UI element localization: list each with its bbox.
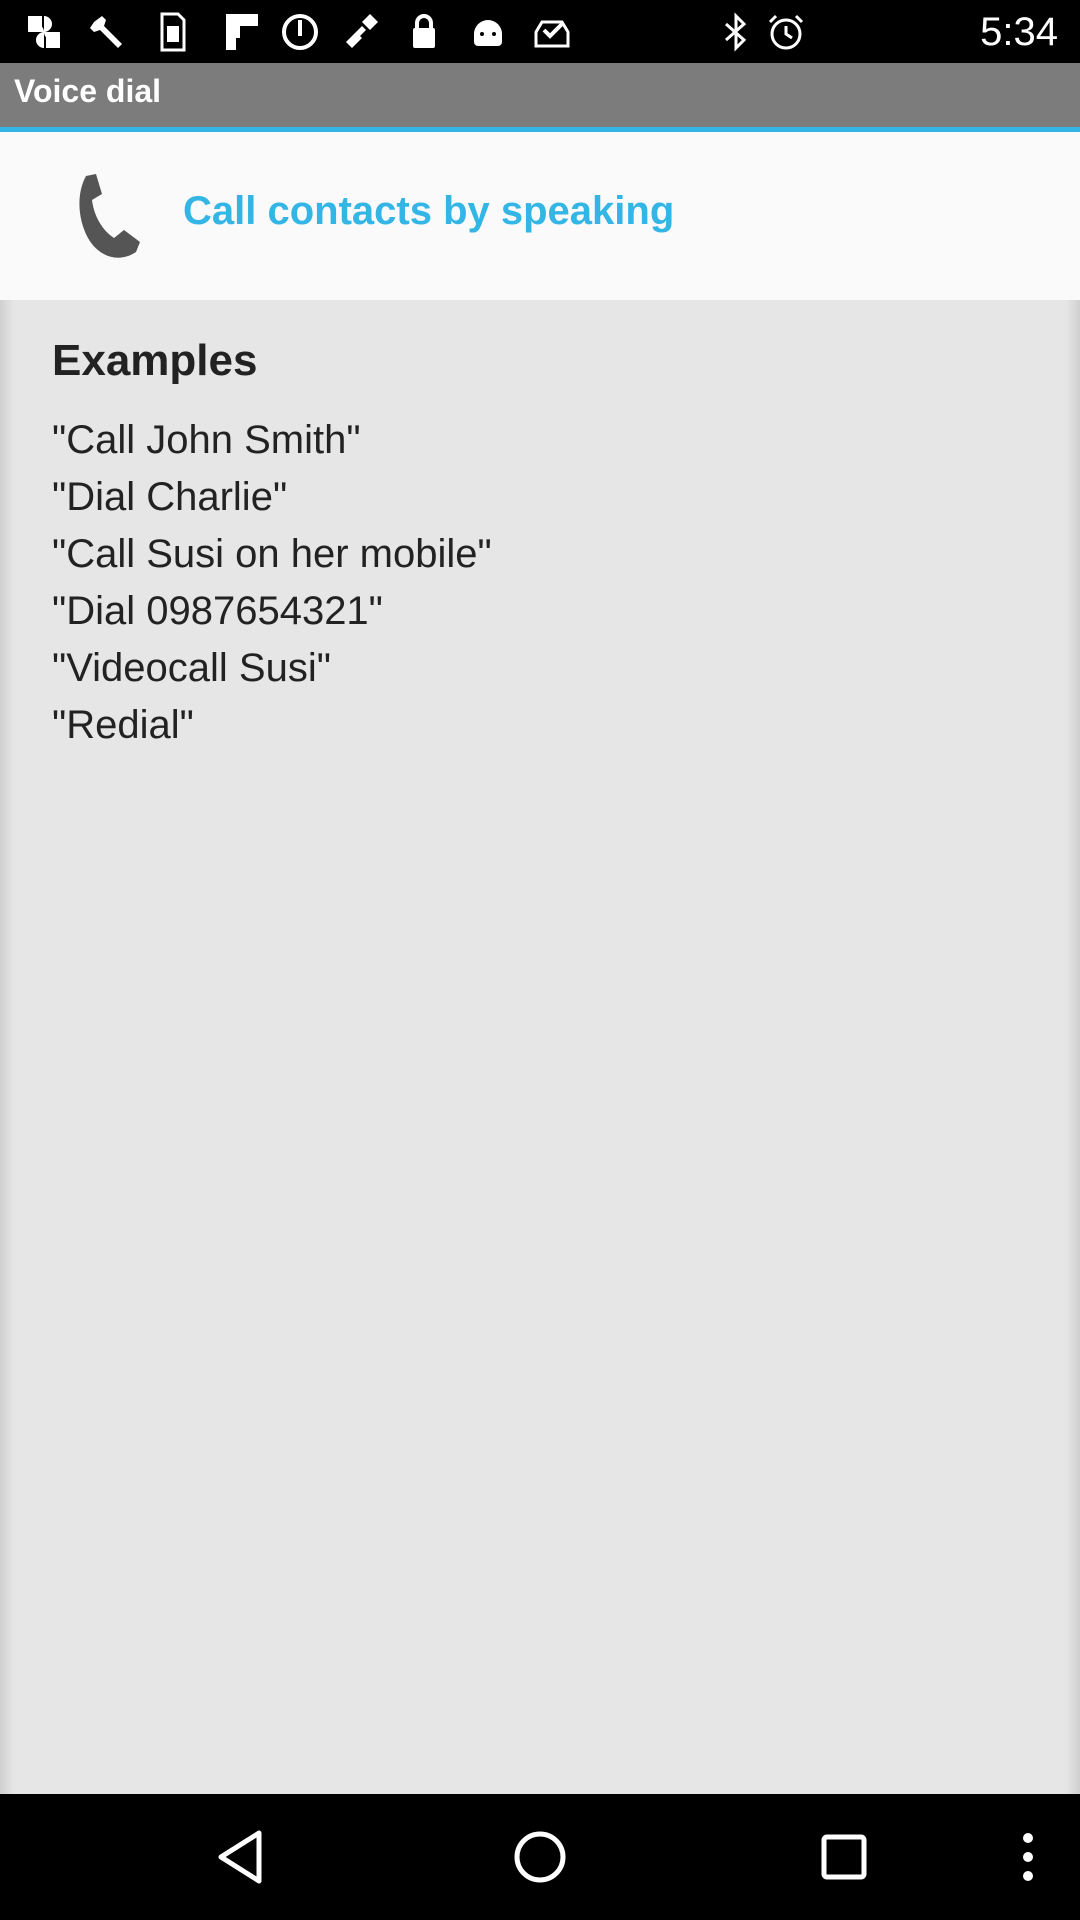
- recents-icon: [821, 1834, 867, 1880]
- home-button[interactable]: [500, 1817, 580, 1897]
- panel-edge-left: [0, 300, 14, 1794]
- example-item: "Dial Charlie": [52, 475, 288, 519]
- no-entry-icon: [282, 14, 318, 50]
- examples-list: "Call John Smith" "Dial Charlie" "Call S…: [52, 412, 492, 754]
- examples-heading: Examples: [52, 336, 258, 385]
- sim-card-icon: [160, 12, 186, 52]
- bluetooth-icon: [725, 12, 747, 52]
- back-icon: [218, 1830, 262, 1884]
- wrench-icon: [90, 16, 122, 48]
- home-icon: [514, 1831, 566, 1883]
- example-item: "Call Susi on her mobile": [52, 532, 492, 576]
- lock-icon: [413, 14, 435, 48]
- alarm-icon: [768, 14, 804, 50]
- navigation-bar: [0, 1794, 1080, 1920]
- phone-icon: [79, 174, 140, 258]
- example-item: "Call John Smith": [52, 418, 361, 462]
- app-title: Voice dial: [14, 73, 162, 109]
- header-title: Call contacts by speaking: [183, 189, 675, 233]
- recents-button[interactable]: [804, 1817, 884, 1897]
- back-button[interactable]: [200, 1817, 280, 1897]
- google-photos-icon: [28, 16, 60, 48]
- flipboard-icon: [226, 14, 258, 50]
- status-time: 5:34: [980, 10, 1058, 54]
- header-card: Call contacts by speaking: [0, 132, 1080, 300]
- example-item: "Redial": [52, 703, 194, 747]
- android-icon: [474, 20, 502, 46]
- satellite-icon: [346, 14, 378, 48]
- example-item: "Dial 0987654321": [52, 589, 383, 633]
- panel-edge-right: [1066, 300, 1080, 1794]
- examples-panel: Examples "Call John Smith" "Dial Charlie…: [0, 300, 1080, 1794]
- status-bar: 5:34: [0, 0, 1080, 63]
- overflow-menu-button[interactable]: [988, 1817, 1068, 1897]
- inbox-check-icon: [534, 20, 570, 48]
- example-item: "Videocall Susi": [52, 646, 331, 690]
- overflow-menu-icon: [1023, 1833, 1033, 1881]
- app-title-bar: Voice dial: [0, 63, 1080, 127]
